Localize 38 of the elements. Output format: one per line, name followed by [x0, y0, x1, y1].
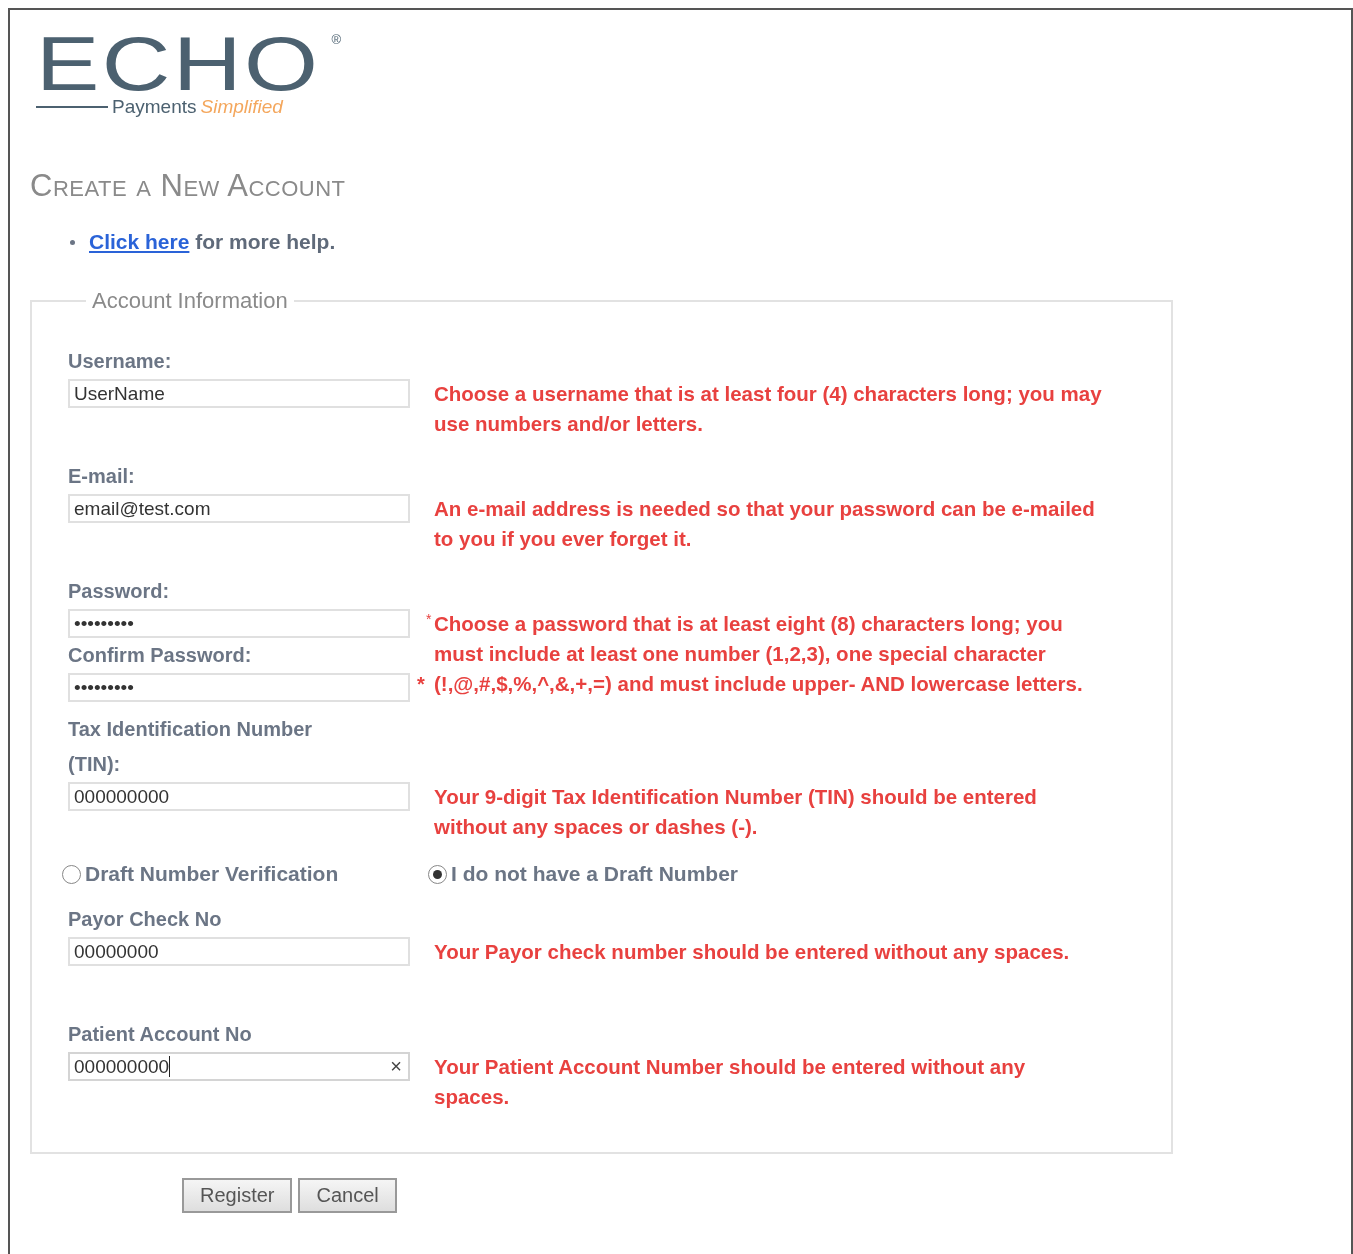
field-label: Tax Identification Number (TIN): [68, 717, 314, 777]
field-label: Password: [68, 579, 171, 604]
logo-wordmark: ECHO [36, 32, 321, 96]
hint-text: Your Patient Account Number should be entered without any spaces. [434, 1054, 1027, 1110]
input-field[interactable]: UserName [68, 379, 410, 408]
input-field[interactable]: ••••••••• [68, 673, 410, 702]
hint-text: Choose a username that is at least four (4) characters long; you may use numbers and/or letters. [434, 381, 1103, 437]
field-label: Confirm Password: [68, 643, 253, 668]
hint-text: An e-mail address is needed so that your password can be e-mailed to you if you ever forget it. [434, 496, 1096, 552]
page-title: Create a New Account [30, 168, 347, 204]
field-label: Username: [68, 349, 173, 374]
radio-option[interactable]: Draft Number Verification [62, 862, 428, 886]
input-field[interactable]: 00000000 [68, 937, 410, 966]
form-button[interactable]: Cancel [298, 1178, 397, 1213]
required-mark: * [426, 611, 432, 627]
input-field[interactable]: ••••••••• [68, 609, 410, 638]
text-cursor [169, 1056, 171, 1077]
input-field[interactable]: 000000000 [68, 782, 410, 811]
hint-text: Choose a password that is at least eight (8) characters long; you must include at least one number (1,2,3), one special character (!,@,#,$,%,^,&,+,=) and must include upper- AND lowercase letters. [434, 611, 1084, 697]
radio-option[interactable]: I do not have a Draft Number [428, 862, 1100, 886]
registered-mark: ® [331, 32, 342, 47]
form-button[interactable]: Register [182, 1178, 293, 1213]
hint-text: Your 9-digit Tax Identification Number (TIN) should be entered without any spaces or dashes (-). [434, 784, 1038, 840]
logo-tagline-accent: Simplified [200, 96, 283, 118]
panel-legend: Account Information [86, 288, 294, 314]
field-label: E-mail: [68, 464, 136, 489]
clear-button[interactable]: × [390, 1055, 402, 1078]
help-text: Click here for more help. [89, 230, 336, 254]
logo-line [36, 106, 108, 108]
field-label: Patient Account No [68, 1022, 253, 1047]
input-field[interactable]: 000000000 × [68, 1052, 410, 1081]
bullet-icon [70, 239, 75, 245]
required-mark: * [417, 673, 425, 696]
logo-tagline: Payments [112, 96, 197, 118]
input-field[interactable]: email@test.com [68, 494, 410, 523]
field-label: Payor Check No [68, 907, 223, 932]
hint-text: Your Payor check number should be entered without any spaces. [434, 939, 1071, 965]
help-link[interactable]: Click here [89, 230, 190, 253]
